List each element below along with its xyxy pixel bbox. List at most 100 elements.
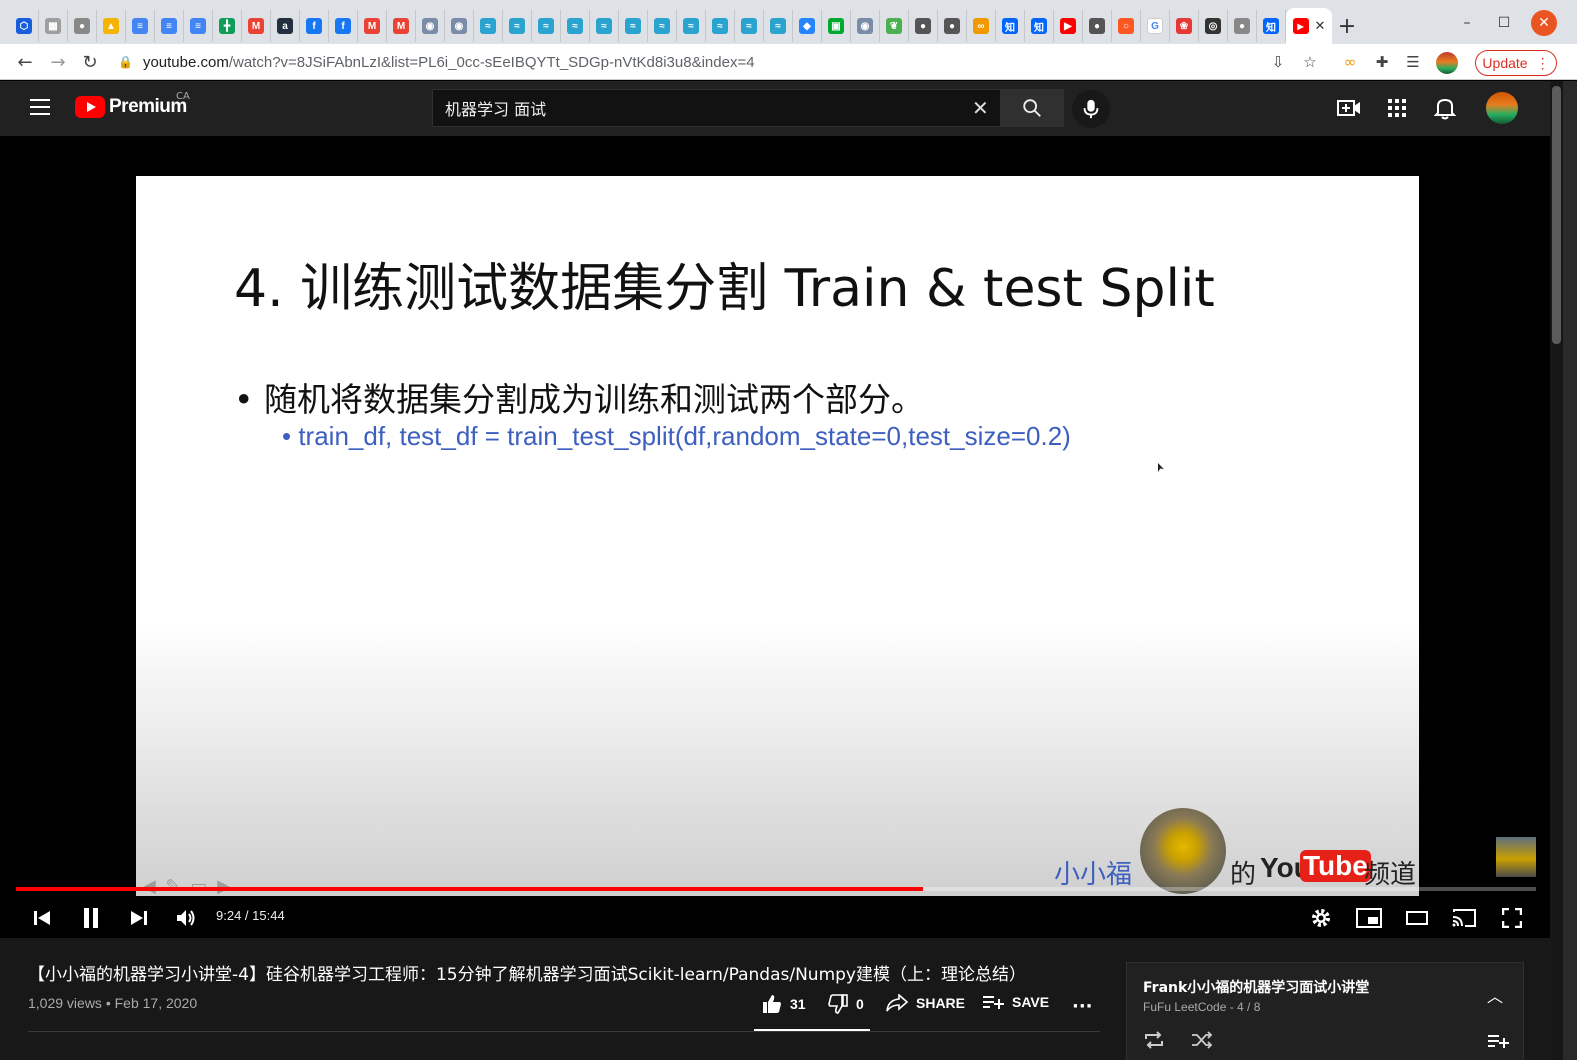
voice-search-button[interactable] — [1072, 90, 1110, 128]
tab-site[interactable]: ≈ — [532, 10, 561, 42]
tab-github[interactable]: ● — [68, 10, 97, 42]
tab-site[interactable]: ≈ — [474, 10, 503, 42]
tab-google-drive[interactable]: ▲ — [97, 10, 126, 42]
tab-github[interactable]: ● — [1083, 10, 1112, 42]
mute-button[interactable] — [170, 902, 202, 934]
tab-gmail[interactable]: M — [242, 10, 271, 42]
pause-button[interactable] — [75, 902, 107, 934]
clear-search-icon[interactable]: ✕ — [972, 96, 989, 120]
share-button[interactable]: SHARE — [886, 994, 965, 1012]
hamburger-menu-icon[interactable] — [30, 99, 50, 115]
update-button[interactable]: Update ⋮ — [1475, 50, 1557, 76]
tab-gmail[interactable]: M — [387, 10, 416, 42]
more-actions-icon[interactable]: ··· — [1072, 996, 1093, 1017]
tab-site[interactable]: ◉ — [416, 10, 445, 42]
playlist-panel: Frank小小福的机器学习面试小讲堂 FuFu LeetCode - 4 / 8… — [1126, 962, 1524, 1060]
create-video-icon[interactable] — [1337, 97, 1361, 123]
minimize-button[interactable]: – — [1453, 12, 1481, 34]
tab-site[interactable]: ≈ — [735, 10, 764, 42]
cast-button[interactable] — [1448, 902, 1480, 934]
search-input[interactable]: 机器学习 面试 — [432, 89, 1014, 127]
tab-evernote[interactable]: ▣ — [822, 10, 851, 42]
tab-facebook[interactable]: f — [329, 10, 358, 42]
tab-zhihu[interactable]: 知 — [1025, 10, 1054, 42]
next-video-button[interactable] — [123, 902, 155, 934]
tab-site[interactable]: ◉ — [851, 10, 880, 42]
install-app-icon[interactable]: ⇩ — [1268, 52, 1288, 72]
tab-search[interactable]: ◎ — [1199, 10, 1228, 42]
tab-zhihu[interactable]: 知 — [996, 10, 1025, 42]
tab-gmail[interactable]: M — [358, 10, 387, 42]
close-window-button[interactable]: ✕ — [1531, 10, 1557, 36]
apps-grid-icon[interactable] — [1388, 99, 1406, 117]
tab-google-sheets[interactable]: ╋ — [213, 10, 242, 42]
tab-google-docs[interactable]: ≡ — [155, 10, 184, 42]
youtube-premium-logo[interactable]: Premium — [75, 96, 187, 118]
back-button[interactable]: ← — [13, 50, 37, 74]
tab-github[interactable]: ● — [1228, 10, 1257, 42]
dislike-button[interactable]: 0 — [828, 994, 864, 1014]
playlist-title[interactable]: Frank小小福的机器学习面试小讲堂 — [1143, 977, 1369, 997]
tab-site[interactable]: ≈ — [503, 10, 532, 42]
extension-infinity-icon[interactable]: ∞ — [1340, 52, 1360, 72]
tab-site[interactable]: ≈ — [590, 10, 619, 42]
tab-amazon[interactable]: a — [271, 10, 300, 42]
site-icon: ◉ — [451, 18, 467, 34]
tab-github[interactable]: ● — [938, 10, 967, 42]
tab-facebook[interactable]: f — [300, 10, 329, 42]
search-button[interactable] — [1000, 89, 1064, 127]
tab-youtube[interactable]: ▶ — [1054, 10, 1083, 42]
close-tab-icon[interactable]: ✕ — [1315, 19, 1326, 34]
maximize-button[interactable]: ☐ — [1490, 12, 1518, 34]
forward-button[interactable]: → — [46, 50, 70, 74]
like-button[interactable]: 31 — [762, 994, 806, 1014]
reload-button[interactable]: ↻ — [78, 50, 102, 74]
site-icon: ≈ — [480, 18, 496, 34]
previous-video-button[interactable] — [26, 902, 58, 934]
tab-app[interactable]: ▦ — [39, 10, 68, 42]
address-bar[interactable]: 🔒 youtube.com /watch?v=8JSiFAbnLzI&list=… — [118, 48, 1266, 76]
extensions-puzzle-icon[interactable]: ✚ — [1372, 52, 1392, 72]
tab-site[interactable]: ≈ — [677, 10, 706, 42]
tab-google-docs[interactable]: ≡ — [184, 10, 213, 42]
tab-infinity[interactable]: ∞ — [967, 10, 996, 42]
tab-site[interactable]: ≈ — [764, 10, 793, 42]
theater-mode-button[interactable] — [1401, 902, 1433, 934]
profile-avatar[interactable] — [1436, 52, 1458, 74]
video-player[interactable]: 4. 训练测试数据集分割 Train & test Split • 随机将数据集… — [0, 136, 1550, 938]
fullscreen-button[interactable] — [1496, 902, 1528, 934]
tab-zhihu[interactable]: 知 — [1257, 10, 1286, 42]
tab-google[interactable]: G — [1141, 10, 1170, 42]
volume-icon — [177, 910, 195, 926]
tab-site[interactable]: ≈ — [648, 10, 677, 42]
collapse-playlist-icon[interactable]: ︿ — [1487, 983, 1503, 1007]
settings-button[interactable] — [1305, 902, 1337, 934]
tab-site[interactable]: ◉ — [445, 10, 474, 42]
playlist-menu-icon[interactable] — [1487, 1033, 1509, 1053]
video-views-date: 1,029 views • Feb 17, 2020 — [28, 995, 198, 1011]
account-avatar[interactable] — [1486, 92, 1518, 124]
tab-site[interactable]: ≈ — [706, 10, 735, 42]
active-tab[interactable]: ▶ ✕ — [1286, 8, 1332, 44]
new-tab-button[interactable]: + — [1332, 10, 1362, 42]
bookmark-star-icon[interactable]: ☆ — [1300, 52, 1320, 72]
save-button[interactable]: SAVE — [982, 994, 1049, 1010]
miniplayer-button[interactable] — [1353, 902, 1385, 934]
tab-ring[interactable]: ○ — [1112, 10, 1141, 42]
tab-leaf[interactable]: ❦ — [880, 10, 909, 42]
scrollbar-thumb[interactable] — [1552, 86, 1561, 344]
media-queue-icon[interactable]: ☰ — [1403, 52, 1423, 72]
cast-icon — [1452, 909, 1476, 927]
tab-google-docs[interactable]: ≡ — [126, 10, 155, 42]
google-icon: G — [1147, 18, 1163, 34]
tab-github[interactable]: ● — [909, 10, 938, 42]
tab-bitwarden[interactable]: ⬡ — [10, 10, 39, 42]
tab-red-app[interactable]: ❀ — [1170, 10, 1199, 42]
notifications-bell-icon[interactable] — [1433, 96, 1457, 124]
tab-jira[interactable]: ◆ — [793, 10, 822, 42]
tab-site[interactable]: ≈ — [619, 10, 648, 42]
loop-playlist-icon[interactable] — [1143, 1031, 1165, 1053]
tab-site[interactable]: ≈ — [561, 10, 590, 42]
channel-branding-thumbnail[interactable] — [1496, 837, 1536, 877]
shuffle-icon[interactable] — [1191, 1031, 1213, 1053]
